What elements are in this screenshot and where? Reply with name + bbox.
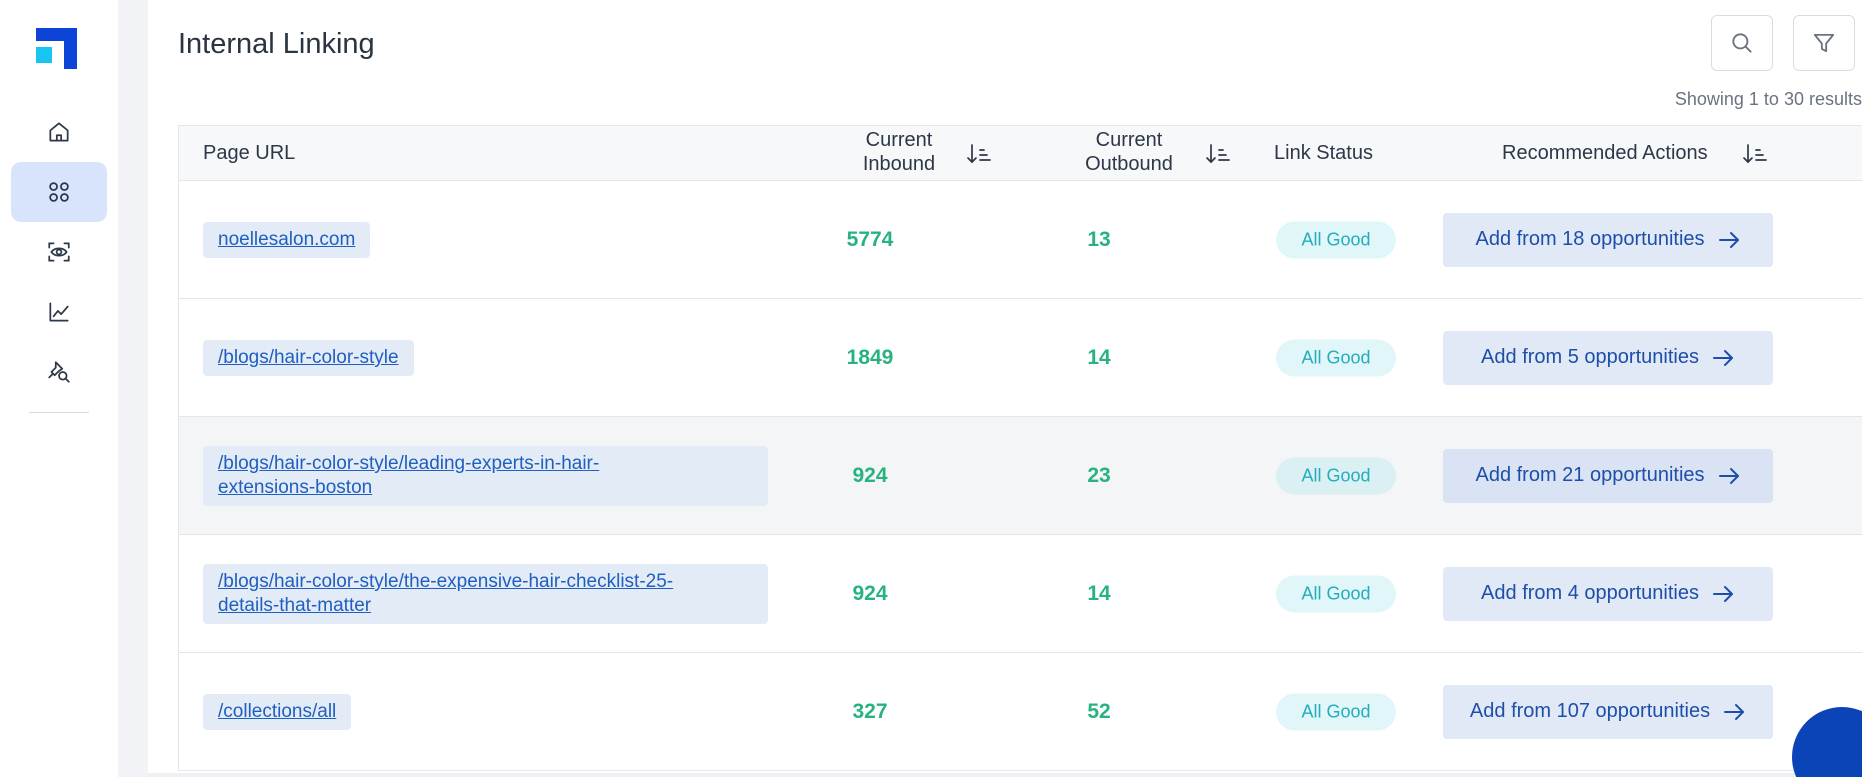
arrow-right-icon [1712,585,1733,602]
link-status-badge: All Good [1276,221,1396,258]
results-count: Showing 1 to 30 results [1674,89,1862,109]
table-row: /collections/all 327 52 All Good Add fro… [179,653,1862,771]
add-opportunities-button[interactable]: Add from 18 opportunities [1443,212,1773,267]
column-current-inbound: Current Inbound [844,128,954,176]
action-label: Add from 4 opportunities [1481,582,1699,604]
link-status-badge: All Good [1276,457,1396,494]
column-current-inbound-line2: Inbound [862,153,936,175]
column-current-inbound-line1: Current [865,129,933,151]
current-inbound-value: 327 [852,699,888,723]
action-label: Add from 18 opportunities [1475,228,1705,250]
column-recommended-actions: Recommended Actions [1502,142,1708,164]
page-url-link[interactable]: /blogs/hair-color-style/the-expensive-ha… [203,564,768,624]
current-inbound-value: 1849 [846,345,894,369]
arrow-right-icon [1718,467,1739,484]
sidebar-item-dashboard[interactable] [11,162,107,222]
link-status-badge: All Good [1276,575,1396,612]
sidebar-item-monitor[interactable] [11,222,107,282]
sidebar-divider [29,412,89,413]
page-url-link[interactable]: /collections/all [203,694,352,730]
action-label: Add from 5 opportunities [1481,346,1699,368]
page-url-text-line2: extensions-boston [218,477,373,498]
filter-icon [1813,33,1835,53]
arrow-right-icon [1724,703,1745,720]
search-button[interactable] [1711,15,1773,71]
page-url-text: noellesalon.com [218,229,356,250]
page-url-link[interactable]: noellesalon.com [203,222,371,258]
current-outbound-value: 23 [1087,463,1111,487]
current-inbound-value: 924 [852,581,888,605]
column-link-status: Link Status [1274,142,1373,164]
column-page-url: Page URL [203,142,296,164]
current-inbound-value: 924 [852,463,888,487]
app-logo[interactable] [36,28,77,69]
current-inbound-value: 5774 [846,227,894,251]
bottom-edge [148,773,1862,777]
add-opportunities-button[interactable]: Add from 21 opportunities [1443,448,1773,503]
add-opportunities-button[interactable]: Add from 5 opportunities [1443,330,1773,385]
filter-button[interactable] [1793,15,1855,71]
arrow-right-icon [1712,349,1733,366]
sidebar-item-analytics[interactable] [11,282,107,342]
eye-scan-icon [48,242,70,262]
sidebar-item-keywords[interactable] [11,342,107,402]
main-content: Internal Linking Showing 1 to 30 results… [148,0,1862,777]
sidebar-item-home[interactable] [11,102,107,162]
column-current-outbound-line1: Current [1095,129,1163,151]
pin-search-icon [48,361,70,383]
table-row: /blogs/hair-color-style/leading-experts-… [179,417,1862,535]
sidebar-gutter [118,0,148,777]
current-outbound-value: 52 [1087,699,1111,723]
link-status-badge: All Good [1276,339,1396,376]
current-outbound-value: 13 [1087,227,1111,251]
column-current-outbound: Current Outbound [1064,128,1194,176]
action-label: Add from 107 opportunities [1469,700,1711,722]
table-row: /blogs/hair-color-style 1849 14 All Good… [179,299,1862,417]
table-header: Page URL Current Inbound Current Outboun… [179,126,1862,181]
link-status-badge: All Good [1276,693,1396,730]
page-url-text-line2: details-that-matter [218,595,372,616]
grid-icon [49,182,69,202]
table-row: noellesalon.com 5774 13 All Good Add fro… [179,181,1862,299]
current-outbound-value: 14 [1087,581,1111,605]
add-opportunities-button[interactable]: Add from 107 opportunities [1443,684,1773,739]
column-current-outbound-line2: Outbound [1085,153,1173,175]
page-url-text-line1: /blogs/hair-color-style/leading-experts-… [218,453,600,474]
sidebar [0,0,118,777]
sort-outbound-icon[interactable] [1204,142,1232,166]
page-title: Internal Linking [178,28,375,60]
table-row: /blogs/hair-color-style/the-expensive-ha… [179,535,1862,653]
arrow-right-icon [1718,231,1739,248]
page-url-text: /blogs/hair-color-style [218,347,399,368]
internal-links-table: Page URL Current Inbound Current Outboun… [178,125,1862,771]
add-opportunities-button[interactable]: Add from 4 opportunities [1443,566,1773,621]
current-outbound-value: 14 [1087,345,1111,369]
page-url-text: /collections/all [218,701,337,722]
page-url-link[interactable]: /blogs/hair-color-style/leading-experts-… [203,446,768,506]
sort-inbound-icon[interactable] [965,142,993,166]
page-url-link[interactable]: /blogs/hair-color-style [203,340,414,376]
home-icon [49,122,69,142]
chart-line-icon [49,302,69,322]
search-icon [1732,33,1752,53]
action-label: Add from 21 opportunities [1475,464,1705,486]
sort-actions-icon[interactable] [1741,142,1769,166]
page-url-text-line1: /blogs/hair-color-style/the-expensive-ha… [218,571,674,592]
app-root: Internal Linking Showing 1 to 30 results… [0,0,1862,777]
